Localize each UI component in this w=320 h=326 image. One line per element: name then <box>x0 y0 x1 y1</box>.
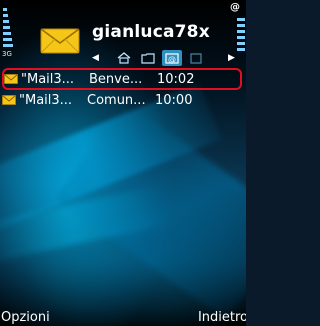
home-screen: 3G @ gianluca78x ◀ @ ▶ "Mail3... Benve..… <box>0 0 246 326</box>
mailbox-title: gianluca78x <box>92 22 210 42</box>
tab-left-arrow-icon[interactable]: ◀ <box>92 53 99 63</box>
battery-icon <box>237 8 245 54</box>
home-mailbox-icon <box>117 52 131 64</box>
tab-folders[interactable] <box>138 50 158 66</box>
message-sender: "Mail3... <box>19 92 73 108</box>
network-type-label: 3G <box>2 50 12 58</box>
message-list: "Mail3... Benve... 10:02 "Mail3... Comun… <box>0 68 246 110</box>
unread-mail-icon <box>2 95 16 105</box>
unread-mail-icon <box>4 74 18 84</box>
mail-at-icon: @ <box>165 53 179 64</box>
tab-mailbox-home[interactable] <box>114 50 134 66</box>
tab-mail[interactable]: @ <box>162 50 182 66</box>
signal-strength-icon <box>3 6 15 54</box>
back-softkey[interactable]: Indietro <box>198 310 246 325</box>
folder-icon <box>141 53 155 64</box>
message-sender: "Mail3... <box>21 71 75 87</box>
message-subject: Benve... <box>89 71 143 87</box>
email-indicator-icon: @ <box>230 2 240 13</box>
message-time: 10:00 <box>155 92 193 108</box>
message-subject: Comun... <box>87 92 146 108</box>
box-icon <box>190 53 202 64</box>
message-row[interactable]: "Mail3... Comun... 10:00 <box>0 90 246 110</box>
tab-other[interactable] <box>186 50 206 66</box>
message-row[interactable]: "Mail3... Benve... 10:02 <box>2 68 242 90</box>
envelope-icon <box>40 28 80 54</box>
options-softkey[interactable]: Opzioni <box>1 310 50 325</box>
tab-right-arrow-icon[interactable]: ▶ <box>228 53 235 63</box>
view-tabs: ◀ @ ▶ <box>92 50 235 66</box>
svg-text:@: @ <box>168 55 176 64</box>
message-time: 10:02 <box>157 71 195 87</box>
